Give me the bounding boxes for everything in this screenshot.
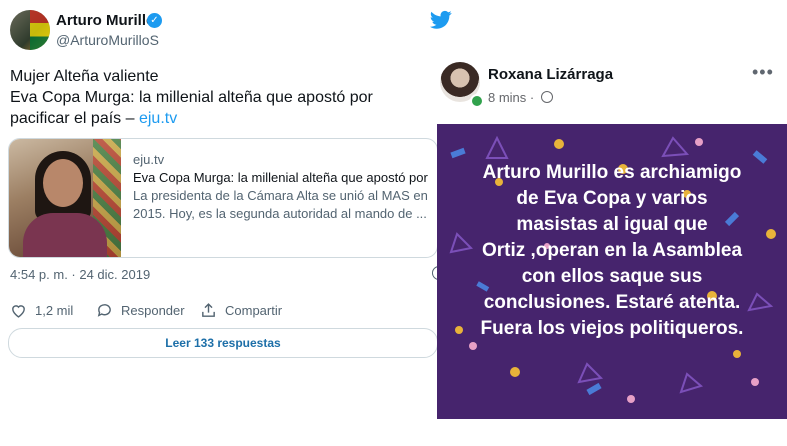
online-status-icon <box>470 94 484 108</box>
fb-post-message: Arturo Murillo es archiamigo de Eva Copa… <box>437 160 787 342</box>
fb-message-line: Ortiz ,operan en la Asamblea <box>481 240 743 261</box>
tweet-author-handle[interactable]: @ArturoMurilloS <box>56 32 159 48</box>
verified-badge-icon: ✓ <box>147 13 162 28</box>
fb-post-banner: Arturo Murillo es archiamigo de Eva Copa… <box>437 124 787 419</box>
tweet-author-avatar[interactable] <box>10 10 50 50</box>
twitter-bird-icon <box>430 10 452 29</box>
tweet-timestamp[interactable]: 4:54 p. m. · 24 dic. 2019 <box>10 267 150 282</box>
fb-message-line: Arturo Murillo es archiamigo <box>482 162 742 183</box>
reply-button[interactable]: Responder <box>96 302 185 319</box>
fb-post-time[interactable]: 8 mins · <box>488 90 534 105</box>
fb-message-line: con ellos saque sus <box>521 266 703 287</box>
like-count: 1,2 mil <box>35 303 74 318</box>
card-description-line2: 2015. Hoy, es la segunda autoridad al ma… <box>133 206 427 221</box>
more-options-button[interactable]: ••• <box>752 62 774 83</box>
share-label: Compartir <box>225 303 283 318</box>
heart-icon <box>12 305 25 318</box>
globe-icon <box>541 91 553 103</box>
tweet-text-line1: Mujer Alteña valiente <box>10 68 159 85</box>
fb-message-line: de Eva Copa y varios <box>516 188 708 209</box>
fb-message-line: masistas al igual que <box>516 214 708 235</box>
tweet-link[interactable]: eju.tv <box>139 110 177 127</box>
share-icon <box>202 303 215 317</box>
card-title: Eva Copa Murga: la millenial alteña que … <box>133 170 431 185</box>
share-button[interactable]: Compartir <box>200 302 282 319</box>
fb-author-name[interactable]: Roxana Lizárraga <box>488 66 613 83</box>
link-preview-card[interactable]: eju.tv Eva Copa Murga: la millenial alte… <box>8 138 438 258</box>
tweet-text-line3: pacificar el país – <box>10 110 135 127</box>
reply-label: Responder <box>121 303 185 318</box>
fb-message-line: Fuera los viejos politiqueros. <box>480 318 744 339</box>
tweet-text: Mujer Alteña valiente Eva Copa Murga: la… <box>10 66 430 129</box>
read-replies-button[interactable]: Leer 133 respuestas <box>8 328 438 358</box>
fb-message-line: conclusiones. Estaré atenta. <box>483 292 741 313</box>
like-button[interactable]: 1,2 mil <box>10 302 73 319</box>
tweet-author-name[interactable]: Arturo Murillo <box>56 12 155 29</box>
reply-bubble-icon <box>97 304 111 317</box>
link-preview-image <box>9 139 121 257</box>
card-description-line1: La presidenta de la Cámara Alta se unió … <box>133 188 428 203</box>
tweet-text-line2: Eva Copa Murga: la millenial alteña que … <box>10 89 373 106</box>
card-domain: eju.tv <box>133 152 165 167</box>
